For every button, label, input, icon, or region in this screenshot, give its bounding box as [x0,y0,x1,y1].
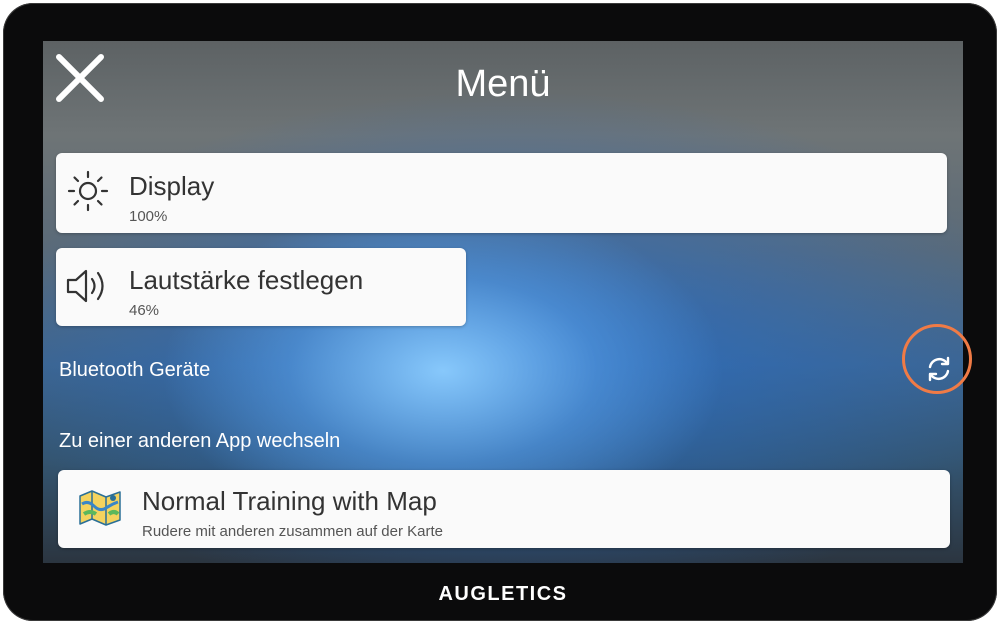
map-icon [76,486,124,535]
app-item-normal-training[interactable]: Normal Training with Map Rudere mit ande… [58,470,950,548]
speaker-icon [64,264,112,313]
highlight-ring [902,324,972,394]
display-setting-card[interactable]: Display 100% [56,153,947,233]
screen: Menü Display 100% Lautstärke festlegen 4… [43,41,963,563]
page-title: Menü [455,63,551,105]
device-frame: Menü Display 100% Lautstärke festlegen 4… [3,3,997,621]
switch-app-label: Zu einer anderen App wechseln [59,430,341,452]
volume-label: Lautstärke festlegen [129,265,364,295]
brand-logo: AUGLETICS [438,583,568,605]
app-subtitle: Rudere mit anderen zusammen auf der Kart… [142,523,443,540]
display-label: Display [129,171,215,201]
sun-icon [66,169,110,218]
volume-setting-card[interactable]: Lautstärke festlegen 46% [56,248,466,326]
app-title: Normal Training with Map [142,486,437,516]
volume-value: 46% [129,302,160,319]
display-value: 100% [129,208,168,225]
bluetooth-devices-label: Bluetooth Geräte [59,359,211,381]
